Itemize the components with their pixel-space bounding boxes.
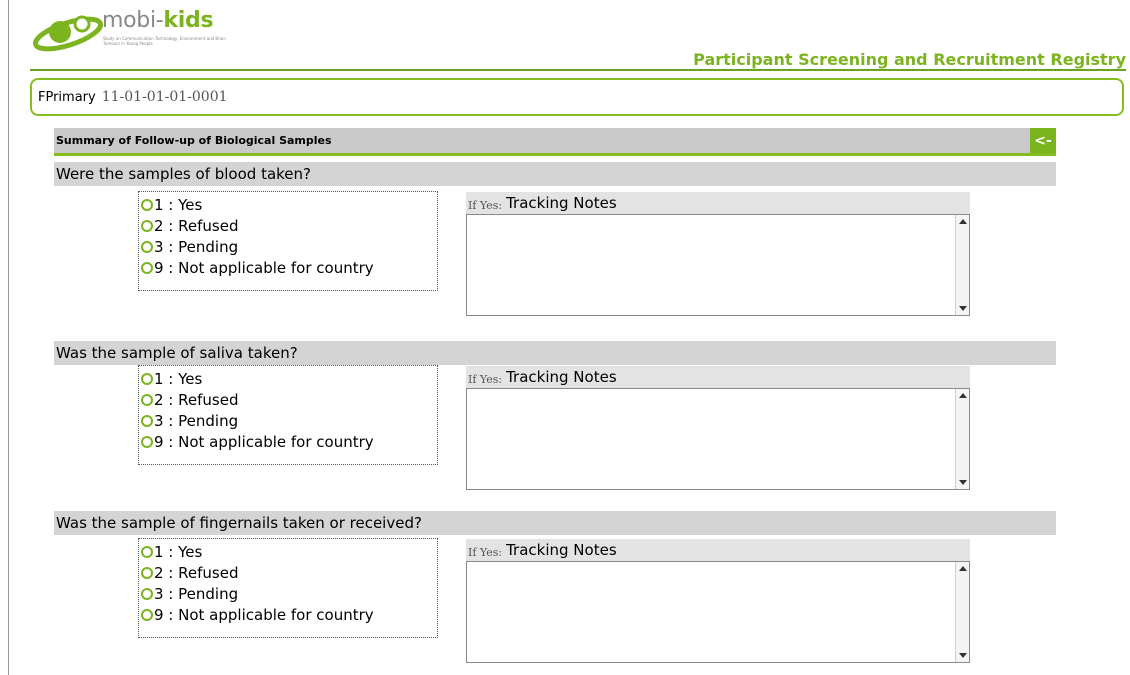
option-not-applicable[interactable]: 9 : Not applicable for country — [141, 604, 437, 625]
header-divider — [30, 69, 1126, 71]
question-saliva: Was the sample of saliva taken? — [54, 341, 1056, 365]
scroll-up-icon[interactable] — [959, 393, 967, 398]
scrollbar[interactable] — [955, 215, 969, 315]
tracking-notes-label: Tracking Notes — [506, 194, 617, 212]
tracking-notes-label: Tracking Notes — [506, 368, 617, 386]
option-label: 3 : Pending — [154, 584, 239, 603]
section-header: Summary of Follow-up of Biological Sampl… — [54, 128, 1056, 156]
radio-icon[interactable] — [141, 566, 153, 579]
option-pending[interactable]: 3 : Pending — [141, 410, 437, 431]
brand-accent: kids — [163, 8, 214, 33]
option-yes[interactable]: 1 : Yes — [141, 541, 437, 562]
scroll-down-icon[interactable] — [959, 653, 967, 658]
option-pending[interactable]: 3 : Pending — [141, 236, 437, 257]
option-pending[interactable]: 3 : Pending — [141, 583, 437, 604]
question-fingernails: Was the sample of fingernails taken or r… — [54, 511, 1056, 535]
section-title: Summary of Follow-up of Biological Sampl… — [56, 134, 332, 147]
options-fingernails: 1 : Yes 2 : Refused 3 : Pending 9 : Not … — [138, 538, 438, 638]
option-not-applicable[interactable]: 9 : Not applicable for country — [141, 431, 437, 452]
radio-icon[interactable] — [141, 545, 153, 558]
scroll-up-icon[interactable] — [959, 219, 967, 224]
tracking-notes-fingernails: If Yes: Tracking Notes — [466, 539, 970, 663]
tracking-notes-label: Tracking Notes — [506, 541, 617, 559]
options-blood: 1 : Yes 2 : Refused 3 : Pending 9 : Not … — [138, 191, 438, 291]
tracking-notes-saliva: If Yes: Tracking Notes — [466, 366, 970, 490]
option-label: 3 : Pending — [154, 411, 239, 430]
radio-icon[interactable] — [141, 435, 153, 448]
tracking-notes-textarea[interactable] — [466, 214, 970, 316]
scrollbar[interactable] — [955, 389, 969, 489]
brand-prefix: mobi- — [102, 8, 164, 33]
option-label: 1 : Yes — [154, 542, 203, 561]
option-not-applicable[interactable]: 9 : Not applicable for country — [141, 257, 437, 278]
option-refused[interactable]: 2 : Refused — [141, 389, 437, 410]
option-refused[interactable]: 2 : Refused — [141, 215, 437, 236]
radio-icon[interactable] — [141, 198, 153, 211]
radio-icon[interactable] — [141, 240, 153, 253]
option-yes[interactable]: 1 : Yes — [141, 194, 437, 215]
radio-icon[interactable] — [141, 219, 153, 232]
notes-header: If Yes: Tracking Notes — [466, 192, 970, 214]
option-label: 2 : Refused — [154, 563, 239, 582]
if-yes-label: If Yes: — [468, 546, 503, 559]
option-label: 3 : Pending — [154, 237, 239, 256]
scroll-up-icon[interactable] — [959, 566, 967, 571]
option-yes[interactable]: 1 : Yes — [141, 368, 437, 389]
radio-icon[interactable] — [141, 608, 153, 621]
question-blood: Were the samples of blood taken? — [54, 162, 1056, 186]
brand-tagline: Study on Communication Technology, Envir… — [103, 36, 226, 46]
participant-id: 11-01-01-01-0001 — [101, 89, 228, 105]
brand-name: mobi-kids — [102, 8, 214, 33]
scroll-down-icon[interactable] — [959, 480, 967, 485]
scrollbar[interactable] — [955, 562, 969, 662]
radio-icon[interactable] — [141, 372, 153, 385]
option-label: 9 : Not applicable for country — [154, 605, 374, 624]
participant-id-box: FPrimary 11-01-01-01-0001 — [30, 78, 1124, 116]
radio-icon[interactable] — [141, 414, 153, 427]
if-yes-label: If Yes: — [468, 199, 503, 212]
option-label: 2 : Refused — [154, 390, 239, 409]
notes-header: If Yes: Tracking Notes — [466, 539, 970, 561]
scroll-down-icon[interactable] — [959, 306, 967, 311]
option-label: 9 : Not applicable for country — [154, 432, 374, 451]
tracking-notes-textarea[interactable] — [466, 561, 970, 663]
notes-header: If Yes: Tracking Notes — [466, 366, 970, 388]
if-yes-label: If Yes: — [468, 373, 503, 386]
option-label: 1 : Yes — [154, 369, 203, 388]
option-label: 1 : Yes — [154, 195, 203, 214]
radio-icon[interactable] — [141, 393, 153, 406]
option-refused[interactable]: 2 : Refused — [141, 562, 437, 583]
option-label: 2 : Refused — [154, 216, 239, 235]
left-border-line — [8, 0, 9, 675]
tracking-notes-blood: If Yes: Tracking Notes — [466, 192, 970, 316]
options-saliva: 1 : Yes 2 : Refused 3 : Pending 9 : Not … — [138, 365, 438, 465]
participant-label: FPrimary — [38, 89, 96, 105]
collapse-button[interactable]: <- — [1030, 128, 1056, 153]
registry-title: Participant Screening and Recruitment Re… — [693, 50, 1126, 69]
option-label: 9 : Not applicable for country — [154, 258, 374, 277]
tracking-notes-textarea[interactable] — [466, 388, 970, 490]
radio-icon[interactable] — [141, 587, 153, 600]
radio-icon[interactable] — [141, 261, 153, 274]
